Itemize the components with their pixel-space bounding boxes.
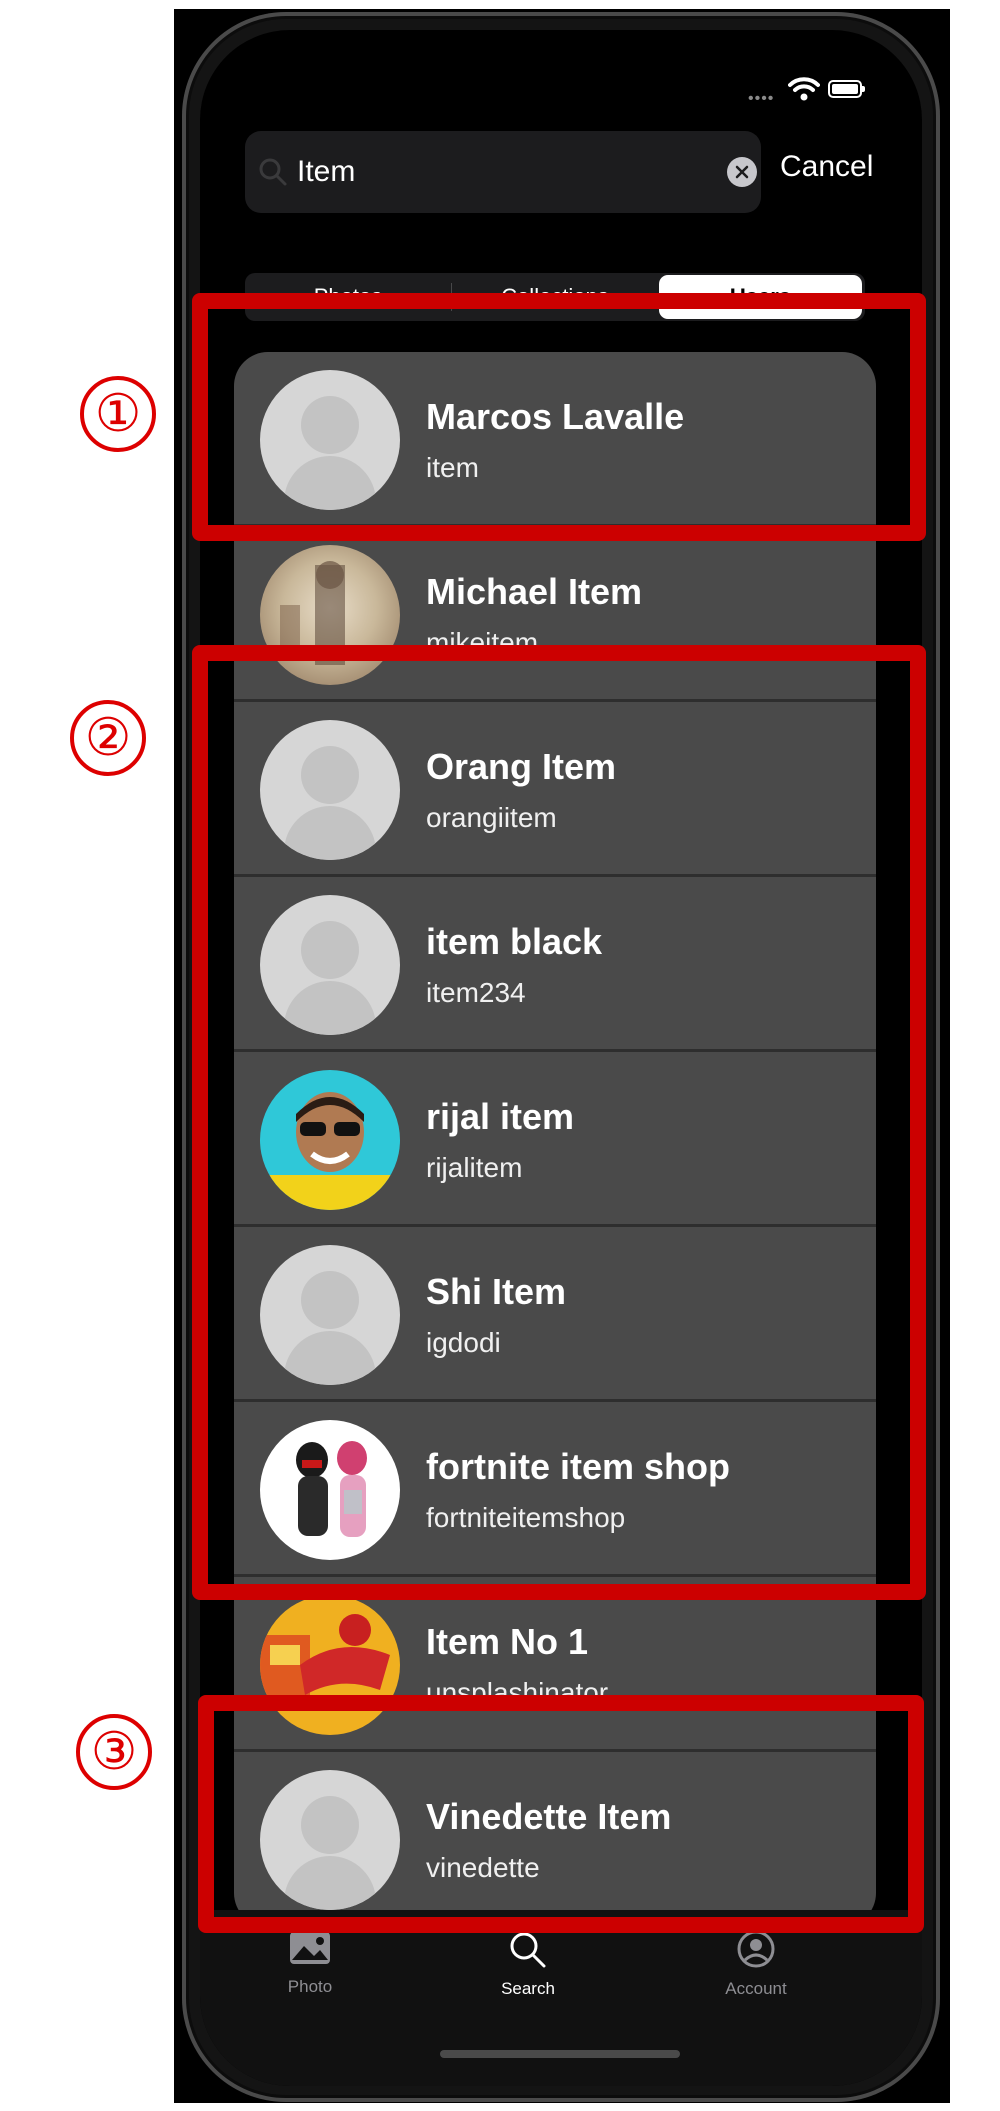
search-icon xyxy=(259,158,287,186)
wifi-icon xyxy=(788,77,820,101)
annotation-box-2 xyxy=(192,645,926,1600)
tab-bar: Photo Search Account xyxy=(200,1910,922,2086)
tab-label: Search xyxy=(501,1979,555,1998)
status-bar: •••• xyxy=(200,30,922,140)
search-bar[interactable] xyxy=(245,131,761,213)
clear-search-icon[interactable] xyxy=(727,157,757,187)
close-icon xyxy=(735,165,749,179)
user-name: Item No 1 xyxy=(426,1621,589,1662)
tab-label: Photo xyxy=(287,1977,333,1996)
account-icon xyxy=(737,1930,775,1968)
annotation-number-2: ② xyxy=(70,700,146,776)
search-input[interactable] xyxy=(297,147,687,197)
cellular-signal-icon: •••• xyxy=(748,90,775,107)
tab-account[interactable]: Account xyxy=(696,1930,816,1999)
annotation-number-3: ③ xyxy=(76,1714,152,1790)
search-icon xyxy=(510,1932,546,1968)
annotation-number-1: ① xyxy=(80,376,156,452)
tab-photo[interactable]: Photo xyxy=(250,1930,370,1997)
annotation-box-3 xyxy=(198,1695,924,1933)
home-indicator xyxy=(440,2050,680,2058)
tab-search[interactable]: Search xyxy=(468,1930,588,1999)
tab-label: Account xyxy=(725,1979,787,1998)
user-name: Michael Item xyxy=(426,571,643,612)
battery-icon xyxy=(828,80,865,98)
annotation-box-1 xyxy=(192,293,926,541)
photo-icon xyxy=(290,1932,330,1964)
cancel-button[interactable]: Cancel xyxy=(780,150,873,184)
